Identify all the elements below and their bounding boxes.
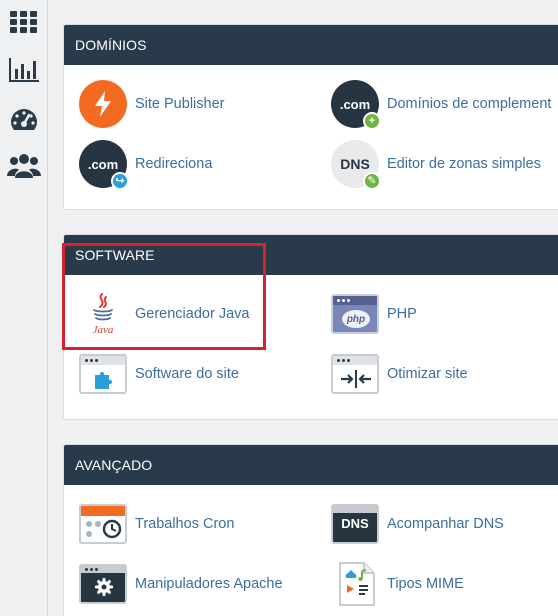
track-dns-link[interactable]: DNS Acompanhar DNS [331, 498, 504, 550]
addon-domains-link[interactable]: .com + Domínios de complement [331, 78, 551, 130]
puzzle-window-icon [79, 350, 127, 398]
java-manager-label: Gerenciador Java [135, 306, 250, 322]
compress-window-icon [331, 350, 379, 398]
site-software-link[interactable]: Software do site [79, 348, 239, 400]
zone-editor-label: Editor de zonas simples [387, 156, 541, 172]
bar-chart-icon[interactable] [4, 50, 44, 90]
php-link[interactable]: php PHP [331, 288, 417, 340]
site-publisher-link[interactable]: Site Publisher [79, 78, 224, 130]
cron-jobs-link[interactable]: Trabalhos Cron [79, 498, 234, 550]
mime-types-label: Tipos MIME [387, 576, 464, 592]
users-group-icon[interactable] [4, 146, 44, 186]
java-icon-text: Java [93, 324, 114, 336]
domains-panel: DOMÍNIOS Site Publisher .com + Domínios … [63, 24, 558, 210]
dotcom-redirect-icon: .com ↪ [79, 140, 129, 190]
php-window-icon: php [331, 290, 379, 338]
mime-file-icon [331, 560, 379, 608]
site-software-label: Software do site [135, 366, 239, 382]
php-icon-text: php [346, 313, 366, 325]
apps-grid-icon[interactable] [4, 2, 44, 42]
optimize-site-link[interactable]: Otimizar site [331, 348, 468, 400]
dotcom-add-icon: .com + [331, 80, 381, 130]
addon-domains-label: Domínios de complement [387, 96, 552, 112]
dotcom-icon-text: .com [339, 96, 371, 112]
php-label: PHP [387, 306, 417, 322]
java-manager-link[interactable]: Java Gerenciador Java [79, 288, 249, 340]
lightning-bolt-icon [79, 80, 127, 128]
java-logo-icon: Java [79, 290, 127, 338]
redirects-label: Redireciona [135, 156, 213, 172]
mime-types-link[interactable]: Tipos MIME [331, 558, 464, 610]
dns-window-icon: DNS [331, 500, 379, 548]
gear-window-icon [79, 560, 127, 608]
track-dns-label: Acompanhar DNS [387, 516, 504, 532]
zone-editor-link[interactable]: DNS ✎ Editor de zonas simples [331, 138, 541, 190]
dotcom-icon-text: .com [87, 156, 119, 172]
apache-handlers-link[interactable]: Manipuladores Apache [79, 558, 283, 610]
advanced-panel-title: AVANÇADO [64, 445, 558, 485]
advanced-panel: AVANÇADO Trabalhos Cron DNS Acompanhar D [63, 444, 558, 616]
dns-icon-text: DNS [340, 156, 370, 172]
domains-panel-title: DOMÍNIOS [64, 25, 558, 65]
software-panel: SOFTWARE Java Gerenciador Java php PHP S… [63, 234, 558, 420]
dashboard-gauge-icon[interactable] [4, 100, 44, 140]
left-sidebar [0, 0, 48, 616]
cron-jobs-label: Trabalhos Cron [135, 516, 235, 532]
site-publisher-label: Site Publisher [135, 96, 225, 112]
apache-handlers-label: Manipuladores Apache [135, 576, 283, 592]
dns-window-text: DNS [341, 516, 369, 531]
dns-edit-icon: DNS ✎ [331, 140, 381, 190]
software-panel-title: SOFTWARE [64, 235, 558, 275]
calendar-clock-icon [79, 500, 127, 548]
redirects-link[interactable]: .com ↪ Redireciona [79, 138, 212, 190]
optimize-site-label: Otimizar site [387, 366, 468, 382]
